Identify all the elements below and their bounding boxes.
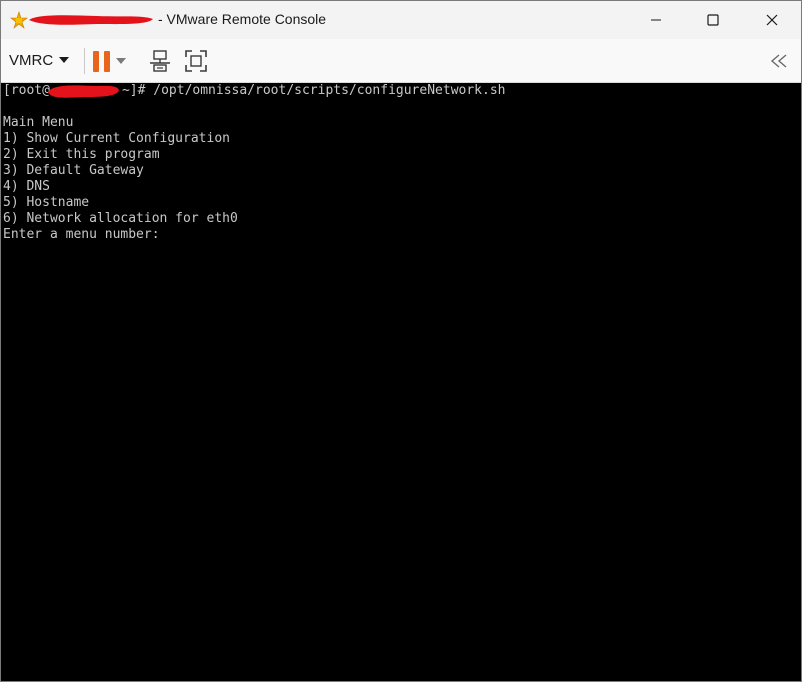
menu-option-4: 4) DNS [3,179,50,194]
prompt-prefix: [root@ [3,83,50,98]
fullscreen-icon [185,50,207,72]
menu-title: Main Menu [3,115,74,130]
menu-option-2: 2) Exit this program [3,147,160,162]
hostname-redaction [48,85,119,98]
vmrc-menu-button[interactable]: VMRC [9,49,70,71]
minimize-icon [651,19,661,21]
toolbar-separator [84,48,85,74]
fullscreen-button[interactable] [183,48,209,74]
vmrc-toolbar: VMRC [1,39,801,83]
send-keys-button[interactable] [147,48,173,74]
title-bar[interactable]: - VMware Remote Console [1,1,801,39]
menu-option-3: 3) Default Gateway [3,163,144,178]
title-redaction [29,15,153,25]
menu-option-5: 5) Hostname [3,195,90,210]
dropdown-icon[interactable] [116,58,126,64]
window-title: - VMware Remote Console [158,11,327,27]
minimize-button[interactable] [633,1,679,39]
vmrc-window: - VMware Remote Console VMRC [root@ ~]# … [0,0,802,682]
vmrc-menu-label: VMRC [9,51,54,69]
maximize-icon [707,14,719,26]
pause-icon [93,50,110,72]
pause-button[interactable] [93,48,126,74]
chevron-down-icon [59,57,70,63]
collapse-toolbar-icon[interactable] [767,51,791,71]
close-icon [766,14,778,26]
menu-option-6: 6) Network allocation for eth0 [3,211,238,226]
menu-option-1: 1) Show Current Configuration [3,131,230,146]
close-button[interactable] [749,1,795,39]
maximize-button[interactable] [690,1,736,39]
send-keys-icon [150,50,170,72]
menu-input-prompt: Enter a menu number: [3,227,160,242]
prompt-command: ~]# /opt/omnissa/root/scripts/configureN… [121,83,506,98]
vmrc-app-icon [10,11,28,29]
vm-console[interactable]: [root@ ~]# /opt/omnissa/root/scripts/conf… [1,83,801,681]
